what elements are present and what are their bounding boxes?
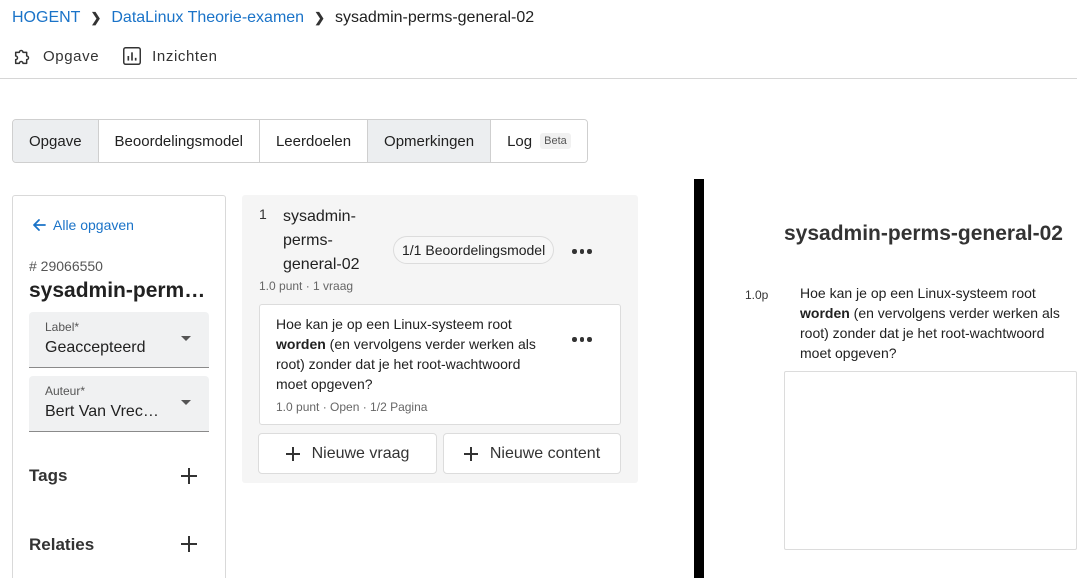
back-link-label: Alle opgaven [53,217,134,233]
new-question-label: Nieuwe vraag [311,444,410,462]
beta-badge: Beta [540,133,571,149]
nav-tab-inzichten[interactable]: Inzichten [121,45,217,67]
tab-log[interactable]: Log Beta [491,120,587,162]
tab-opgave[interactable]: Opgave [13,120,99,162]
top-navigation: Opgave Inzichten [12,45,218,67]
add-relatie-plus-icon[interactable] [179,534,199,554]
tab-opmerkingen[interactable]: Opmerkingen [368,120,492,162]
new-content-label: Nieuwe content [489,444,601,462]
breadcrumb-current: sysadmin-perms-general-02 [334,9,535,26]
nav-tab-opgave-label: Opgave [43,47,100,65]
label-select-label: Label* [45,320,80,334]
more-options-icon[interactable] [572,243,592,260]
question-number: 1 [259,206,267,222]
author-select-label: Auteur* [45,384,86,398]
tab-leerdoelen[interactable]: Leerdoelen [259,120,369,162]
plus-icon [463,446,478,461]
question-meta: 1.0 punt · 1 vraag [259,279,354,293]
author-select-value: Bert Van Vreckem [45,403,165,420]
answer-textarea[interactable] [784,371,1077,550]
sidebar: Alle opgaven # 29066550 sysadmin-perms-g… [12,195,226,578]
resize-handle[interactable] [694,179,704,578]
chevron-right-icon: ❯ [314,10,325,25]
question-card-meta: 1.0 punt · Open · 1/2 Pagina [276,400,428,414]
question-panel: 1 sysadmin-perms-general-02 1.0 punt · 1… [242,195,638,483]
question-title: sysadmin-perms-general-02 [283,208,360,273]
add-tag-plus-icon[interactable] [179,466,199,486]
breadcrumb-course-link[interactable]: DataLinux Theorie-examen [111,9,304,27]
chevron-right-icon: ❯ [90,10,102,25]
relaties-heading: Relaties [29,535,95,554]
tab-bar: Opgave Beoordelingsmodel Leerdoelen Opme… [12,119,588,163]
tab-log-label: Log [507,132,533,150]
plus-icon [285,446,300,461]
arrow-left-icon [33,219,46,231]
back-to-all-link[interactable]: Alle opgaven [31,217,134,233]
card-more-options-icon[interactable] [572,331,592,348]
label-select-value: Geaccepteerd [45,339,146,356]
new-question-button[interactable]: Nieuwe vraag [258,433,437,474]
dropdown-arrow-icon [181,336,191,341]
nav-tab-inzichten-label: Inzichten [152,47,218,65]
chart-icon [123,47,142,65]
author-select[interactable]: Auteur* Bert Van Vreckem [29,376,209,432]
question-card-text: Hoe kan je op een Linux-systeem root wor… [276,316,536,392]
tab-beoordelingsmodel[interactable]: Beoordelingsmodel [98,120,260,162]
nav-tab-opgave[interactable]: Opgave [12,45,99,67]
preview-points: 1.0p [745,288,769,302]
item-title: sysadmin-perms-general-02 [29,279,213,302]
preview-title: sysadmin-perms-general-02 [784,222,1063,245]
breadcrumb-org-link[interactable]: HOGENT [12,9,80,27]
new-content-button[interactable]: Nieuwe content [443,433,621,474]
item-id: # 29066550 [29,258,103,274]
tags-heading: Tags [29,466,68,485]
beoordelingsmodel-chip[interactable]: 1/1 Beoordelingsmodel [393,236,555,264]
dropdown-arrow-icon [181,400,191,405]
preview-question-text: Hoe kan je op een Linux-systeem root wor… [800,285,1060,361]
nav-divider [0,78,1077,79]
question-card[interactable]: Hoe kan je op een Linux-systeem root wor… [259,304,621,425]
breadcrumb: HOGENT ❯ DataLinux Theorie-examen ❯ sysa… [12,8,534,28]
puzzle-icon [14,49,30,65]
label-select[interactable]: Label* Geaccepteerd [29,312,209,368]
